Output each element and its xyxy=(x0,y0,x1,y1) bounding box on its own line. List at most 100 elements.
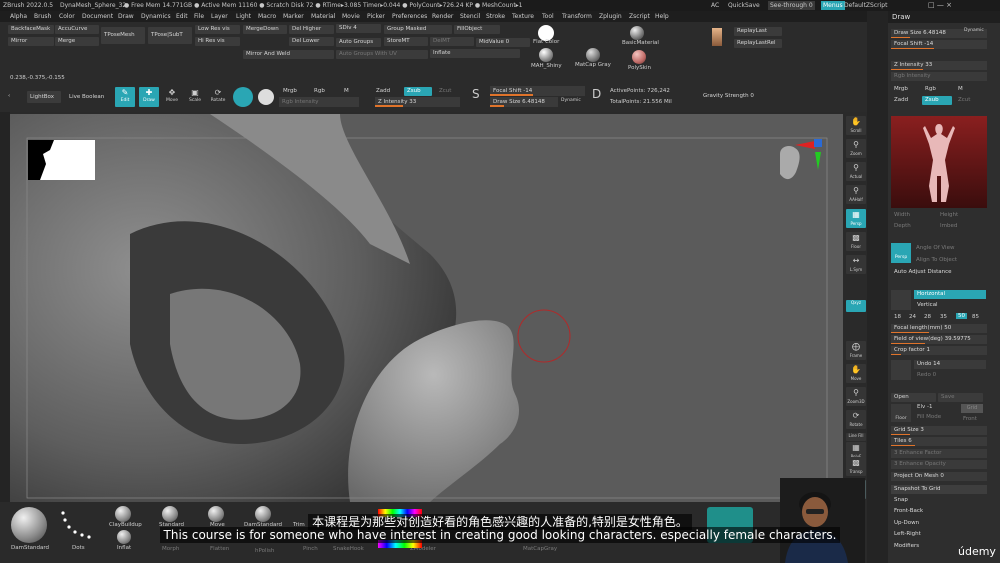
midvalue-slider[interactable]: MidValue 0 xyxy=(476,38,530,47)
move-view-button[interactable]: ✋ Move xyxy=(846,364,866,383)
hi-res-vis-button[interactable]: Hi Res vis xyxy=(195,37,240,46)
panel-m-button[interactable]: M xyxy=(955,85,985,94)
snapshot-to-grid-button[interactable]: Snapshot To Grid xyxy=(891,485,987,494)
menu-tool[interactable]: Tool xyxy=(542,11,554,22)
panel-dynamic-button[interactable]: Dynamic xyxy=(964,28,984,33)
lens-35[interactable]: 35 xyxy=(940,314,947,320)
basicmaterial-swatch[interactable] xyxy=(630,26,644,40)
zcut-button[interactable]: Zcut xyxy=(436,87,458,96)
grid-size-slider[interactable]: Grid Size 3 xyxy=(891,426,987,435)
menu-render[interactable]: Render xyxy=(432,11,453,22)
menu-zscript[interactable]: Zscript xyxy=(629,11,650,22)
menu-file[interactable]: File xyxy=(194,11,204,22)
menu-macro[interactable]: Macro xyxy=(258,11,276,22)
matcap-gray-swatch[interactable] xyxy=(586,48,600,62)
backfacemask-button[interactable]: BackfaceMask xyxy=(8,25,54,34)
zsub-button[interactable]: Zsub xyxy=(404,87,432,96)
menu-draw[interactable]: Draw xyxy=(118,11,134,22)
window-controls-icon[interactable]: □ — × xyxy=(928,0,952,11)
enhance-opacity-slider[interactable]: 3 Enhance Opacity xyxy=(891,460,987,469)
mrgb-button[interactable]: Mrgb xyxy=(280,87,302,96)
auto-groups-button[interactable]: Auto Groups xyxy=(336,38,381,47)
panel-mrgb-button[interactable]: Mrgb xyxy=(891,85,921,94)
zoom3d-button[interactable]: ⚲ Zoom3D xyxy=(846,387,866,406)
horizontal-button[interactable]: Horizontal xyxy=(914,290,986,299)
menu-help[interactable]: Help xyxy=(655,11,669,22)
undo-slider[interactable]: Undo 14 xyxy=(914,360,986,369)
ac-button[interactable]: AC xyxy=(711,0,719,11)
accucurve-button[interactable]: AccuCurve xyxy=(55,25,99,34)
menus-button[interactable]: Menus xyxy=(821,1,845,10)
material-icon[interactable] xyxy=(258,89,274,105)
polyskin-swatch[interactable] xyxy=(632,50,646,64)
panel-rgb-intensity-slider[interactable]: Rgb Intensity xyxy=(891,72,987,81)
mirror-button[interactable]: Mirror xyxy=(8,37,54,46)
edit-button[interactable]: ✎ Edit xyxy=(115,87,135,107)
menu-color[interactable]: Color xyxy=(59,11,75,22)
draw-panel-title[interactable]: Draw xyxy=(888,11,1000,23)
m-button[interactable]: M xyxy=(341,87,353,96)
rgb-intensity-slider[interactable]: Rgb Intensity xyxy=(279,97,359,107)
tposemesh-button[interactable]: TPoseMesh xyxy=(101,27,145,44)
enhance-factor-slider[interactable]: 3 Enhance Factor xyxy=(891,449,987,458)
mirror-and-weld-button[interactable]: Mirror And Weld xyxy=(243,50,334,59)
lens-24[interactable]: 24 xyxy=(909,314,916,320)
auto-groups-uv-button[interactable]: Auto Groups With UV xyxy=(336,50,428,59)
gravity-strength-slider[interactable]: Gravity Strength 0 xyxy=(700,91,796,101)
field-of-view-slider[interactable]: Field of view(deg) 39.59775 xyxy=(891,335,987,344)
tpose-subt-button[interactable]: TPose|SubT xyxy=(148,27,192,44)
replay-icon[interactable] xyxy=(712,28,722,46)
grid-open-button[interactable]: Open xyxy=(891,393,936,402)
zoom-button[interactable]: ⚲ Zoom xyxy=(846,139,866,158)
low-res-vis-button[interactable]: Low Res vis xyxy=(195,25,240,34)
inflate-slider[interactable]: Inflate xyxy=(430,49,520,58)
replaylast-button[interactable]: ReplayLast xyxy=(734,27,782,36)
focal-length-slider[interactable]: Focal length(mm) 50 xyxy=(891,324,987,333)
focal-shift-slider[interactable]: Focal Shift -14 xyxy=(490,86,585,96)
del-lower-button[interactable]: Del Lower xyxy=(289,37,334,46)
menu-layer[interactable]: Layer xyxy=(211,11,228,22)
sdiv-slider[interactable]: SDiv 4 xyxy=(336,24,381,33)
lightbox-button[interactable]: LightBox xyxy=(27,91,61,103)
menu-zplugin[interactable]: Zplugin xyxy=(599,11,622,22)
zadd-button[interactable]: Zadd xyxy=(373,87,399,96)
scroll-button[interactable]: ✋ Scroll xyxy=(846,116,866,135)
redo-slider[interactable]: Redo 0 xyxy=(914,371,986,380)
merge-button[interactable]: Merge xyxy=(55,37,99,46)
move-button[interactable]: ✥ Move xyxy=(162,87,182,107)
vertical-button[interactable]: Vertical xyxy=(914,301,986,310)
rgb-button[interactable]: Rgb xyxy=(311,87,329,96)
aahalf-button[interactable]: ⚲ AAHalf xyxy=(846,185,866,204)
camera-icon[interactable] xyxy=(891,290,911,310)
panel-zsub-button[interactable]: Zsub xyxy=(922,96,952,105)
fill-mode-label[interactable]: Fill Mode xyxy=(917,414,941,420)
panel-rgb-button[interactable]: Rgb xyxy=(922,85,952,94)
rotate-view-button[interactable]: ⟳ Rotate xyxy=(846,410,866,429)
auto-adjust-distance-button[interactable]: Auto Adjust Distance xyxy=(891,268,987,277)
menu-stroke[interactable]: Stroke xyxy=(486,11,505,22)
menu-texture[interactable]: Texture xyxy=(512,11,534,22)
grid-save-button[interactable]: Save xyxy=(938,393,983,402)
storemt-button[interactable]: StoreMT xyxy=(384,37,428,46)
menu-alpha[interactable]: Alpha xyxy=(10,11,27,22)
menu-movie[interactable]: Movie xyxy=(342,11,360,22)
rotate-button[interactable]: ⟳ Rotate xyxy=(208,87,228,107)
draw-size-slider[interactable]: Draw Size 6.48148 xyxy=(490,97,558,107)
del-higher-button[interactable]: Del Higher xyxy=(289,25,334,34)
fillobject-button[interactable]: FillObject xyxy=(454,25,500,34)
menu-material[interactable]: Material xyxy=(311,11,335,22)
panel-focal-shift-slider[interactable]: Focal Shift -14 xyxy=(891,40,987,49)
front-label[interactable]: Front xyxy=(963,416,977,422)
menu-brush[interactable]: Brush xyxy=(34,11,51,22)
frame-button[interactable]: ⨁ Frame xyxy=(846,341,866,360)
menu-light[interactable]: Light xyxy=(236,11,251,22)
undo-icon[interactable] xyxy=(891,360,911,380)
menu-marker[interactable]: Marker xyxy=(283,11,304,22)
project-on-mesh-slider[interactable]: Project On Mesh 0 xyxy=(891,472,987,481)
elevation-slider[interactable]: Elv -1 xyxy=(917,404,933,410)
crop-factor-slider[interactable]: Crop factor 1 xyxy=(891,346,987,355)
menu-picker[interactable]: Picker xyxy=(367,11,385,22)
brush-icon[interactable] xyxy=(233,87,253,107)
actual-button[interactable]: ⚲ Actual xyxy=(846,162,866,181)
quicksave-button[interactable]: QuickSave xyxy=(728,0,760,11)
